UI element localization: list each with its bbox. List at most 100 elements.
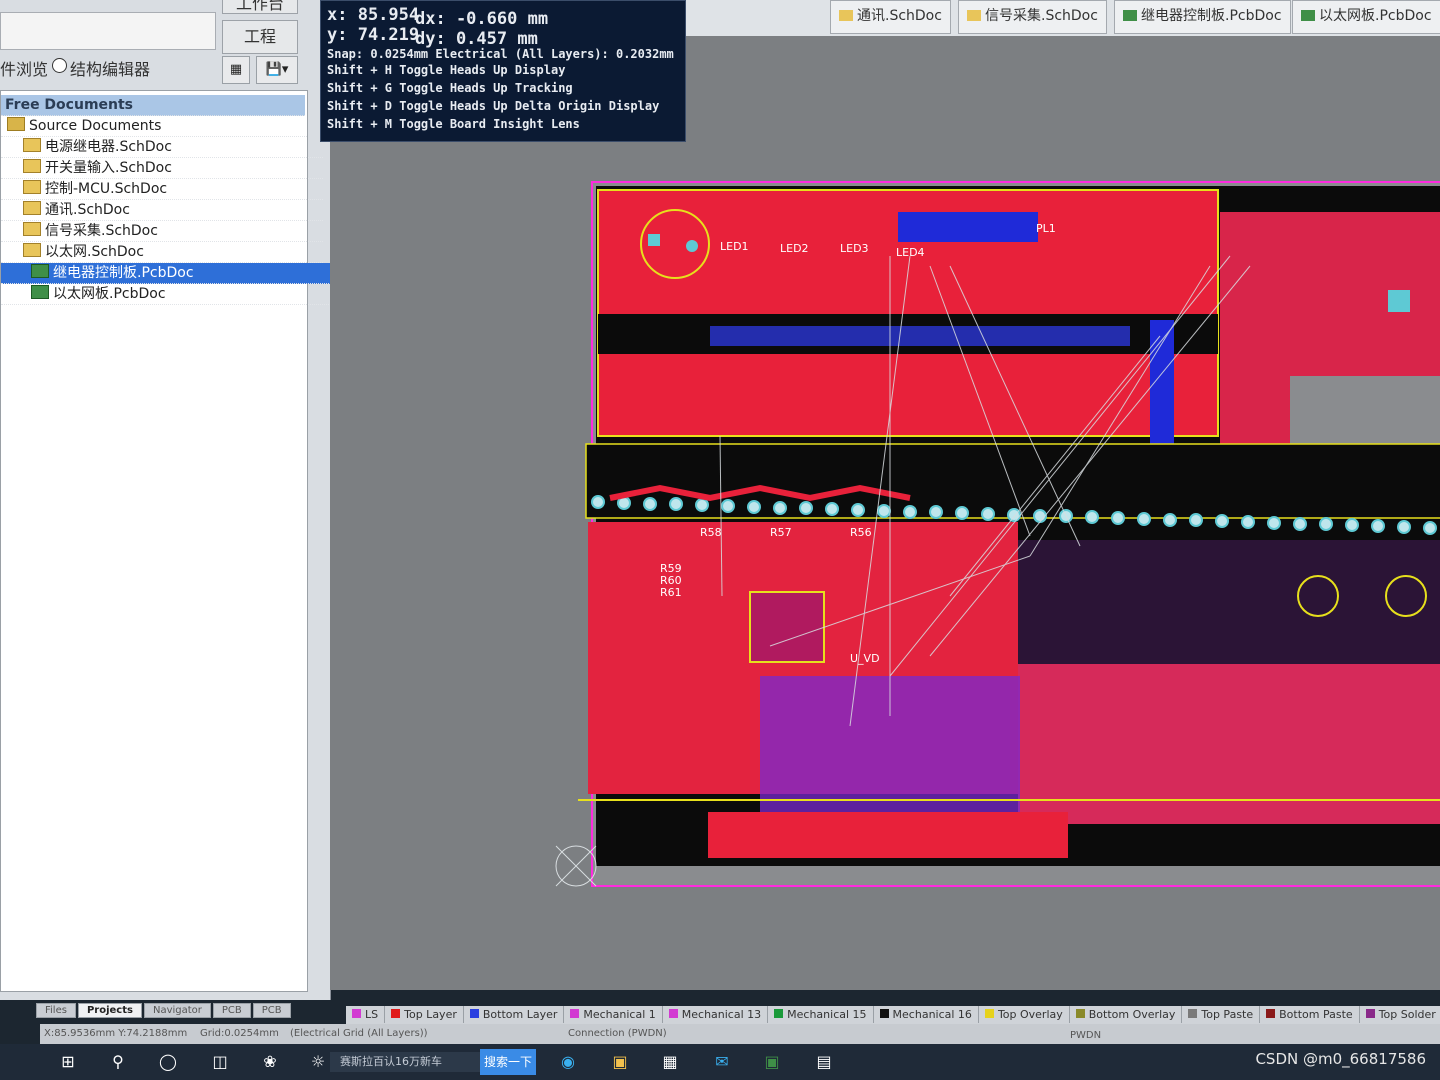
panel-tab[interactable]: Files [36,1003,76,1018]
taskbar: ⊞ ⚲ ◯ ◫ ❀ ☼ 赛斯拉百认16万新车 搜索一下 ◉ ▣ ▦ ✉ ▣ ▤ … [0,1044,1440,1080]
layer-tab-label: Bottom Overlay [1088,1008,1176,1021]
relay-bank-area [1018,540,1440,664]
status-electrical-grid: (Electrical Grid (All Layers)) [290,1028,428,1039]
pcb-icon [1301,10,1315,21]
layer-color-swatch [1188,1009,1198,1018]
hud-hotkey: Shift + D Toggle Heads Up Delta Origin D… [327,99,660,113]
tree-item[interactable]: 电源继电器.SchDoc [1,137,323,158]
tree-item-label: 信号采集.SchDoc [45,223,158,239]
via-pad [1033,509,1047,523]
panel-tab[interactable]: PCB [212,1003,251,1018]
layer-tab[interactable]: Bottom Overlay [1070,1006,1183,1023]
via-pad [799,501,813,515]
tree-item-label: 以太网板.PcbDoc [53,286,166,302]
layer-color-swatch [774,1009,784,1018]
store-icon[interactable]: ▦ [658,1050,682,1074]
silkscreen-label: R58 [700,526,722,539]
document-tab[interactable]: 继电器控制板.PcbDoc [1114,0,1291,34]
browser-icon[interactable]: ☼ [306,1050,330,1074]
tree-item[interactable]: 以太网板.PcbDoc [1,284,331,305]
silkscreen-label: R57 [770,526,792,539]
pcb-design-canvas[interactable]: LED1 LED2 LED3 LED4 PL1 U_VD R56 R57 R58 R59 R60 R6… [330,36,1440,990]
schematic-doc-icon [23,159,41,173]
layer-tab[interactable]: Mechanical 13 [663,1006,769,1023]
relay-pad-2 [686,240,698,252]
document-tab[interactable]: 通讯.SchDoc [830,0,951,34]
sch-icon [967,10,981,21]
panel-tab[interactable]: Navigator [143,1003,211,1018]
save-document-icon[interactable]: 💾▾ [256,56,298,84]
pcb-board[interactable]: LED1 LED2 LED3 LED4PL1U_VDR56R57R58R59R60R6… [330,36,1440,990]
via-pad [1267,516,1281,530]
tree-item-label: 继电器控制板.PcbDoc [53,265,194,281]
taskbar-search-button[interactable]: 搜索一下 [480,1049,536,1075]
cortana-icon[interactable]: ◯ [156,1050,180,1074]
ic-pad [1388,290,1410,312]
layer-tab[interactable]: LS [346,1006,386,1023]
layer-tab[interactable]: Top Paste [1182,1006,1261,1023]
tree-item[interactable]: 控制-MCU.SchDoc [1,179,323,200]
via-pad [1085,510,1099,524]
bottom-trace-bus-1 [710,326,1130,346]
tree-item[interactable]: 以太网.SchDoc [1,242,323,263]
windows-start-icon[interactable]: ⊞ [56,1050,80,1074]
tree-item[interactable]: 开关量输入.SchDoc [1,158,323,179]
layer-color-swatch [1365,1009,1375,1018]
layer-tab[interactable]: Top Overlay [979,1006,1070,1023]
tree-item[interactable]: 继电器控制板.PcbDoc [1,263,331,284]
layer-tab[interactable]: Mechanical 1 [564,1006,663,1023]
layers-icon[interactable]: ▦ [222,56,250,84]
workspace-button[interactable]: 工作台 [222,0,298,14]
layer-tab[interactable]: Top Layer [385,1006,464,1023]
tree-item[interactable]: 通讯.SchDoc [1,200,323,221]
via-pad [1189,513,1203,527]
terminal-icon[interactable]: ▤ [812,1050,836,1074]
document-tab[interactable]: 以太网板.PcbDoc [1292,0,1440,34]
layer-tab[interactable]: Top Solder [1360,1006,1440,1023]
search-icon[interactable]: ⚲ [106,1050,130,1074]
layer-color-swatch [984,1009,994,1018]
tree-item-label: 控制-MCU.SchDoc [45,181,168,197]
tree-item[interactable]: Source Documents [1,116,307,137]
panel-tab[interactable]: Projects [77,1003,142,1018]
hud-hotkey: Shift + G Toggle Heads Up Tracking [327,81,573,95]
document-tab-label: 信号采集.SchDoc [985,8,1098,24]
taskbar-search-input[interactable]: 赛斯拉百认16万新车 [330,1052,480,1072]
silkscreen-label: PL1 [1036,222,1056,235]
relay-pad-1 [648,234,660,246]
tree-item[interactable]: 信号采集.SchDoc [1,221,323,242]
altium-icon[interactable]: ▣ [760,1050,784,1074]
file-explorer-icon[interactable]: ▣ [608,1050,632,1074]
project-button[interactable]: 工程 [222,20,298,54]
document-tab-label: 以太网板.PcbDoc [1319,8,1432,24]
projects-panel: 工作台 工程 件浏览 结构编辑器 ▦ 💾▾ Free Documents Sour… [0,0,331,1018]
structure-editor-radio[interactable] [52,58,67,73]
layer-color-swatch [1266,1009,1276,1018]
schematic-doc-icon [23,222,41,236]
layer-tab-label: Mechanical 15 [787,1008,867,1021]
file-view-label[interactable]: 件浏览 [0,56,48,80]
mail-icon[interactable]: ✉ [710,1050,734,1074]
layer-tab[interactable]: Mechanical 15 [768,1006,874,1023]
via-pad [1371,519,1385,533]
layer-tab[interactable]: Bottom Paste [1260,1006,1360,1023]
task-view-icon[interactable]: ◫ [208,1050,232,1074]
structure-editor-label[interactable]: 结构编辑器 [70,56,150,80]
via-pad [695,498,709,512]
via-pad [851,503,865,517]
app-icon[interactable]: ❀ [258,1050,282,1074]
layer-tab[interactable]: Bottom Layer [464,1006,565,1023]
tree-item-label: 电源继电器.SchDoc [45,139,172,155]
layer-tab[interactable]: Mechanical 16 [874,1006,979,1023]
layer-color-swatch [391,1009,401,1018]
via-pad [747,500,761,514]
tree-group-header[interactable]: Free Documents [1,95,305,116]
workspace-field[interactable] [0,12,216,50]
via-pad [1241,515,1255,529]
hud-x: x: 85.954 [327,5,420,25]
via-pad [1319,517,1333,531]
panel-tab[interactable]: PCB [252,1003,291,1018]
edge-icon[interactable]: ◉ [556,1050,580,1074]
layer-tab-label: Top Solder [1378,1008,1436,1021]
document-tab[interactable]: 信号采集.SchDoc [958,0,1107,34]
